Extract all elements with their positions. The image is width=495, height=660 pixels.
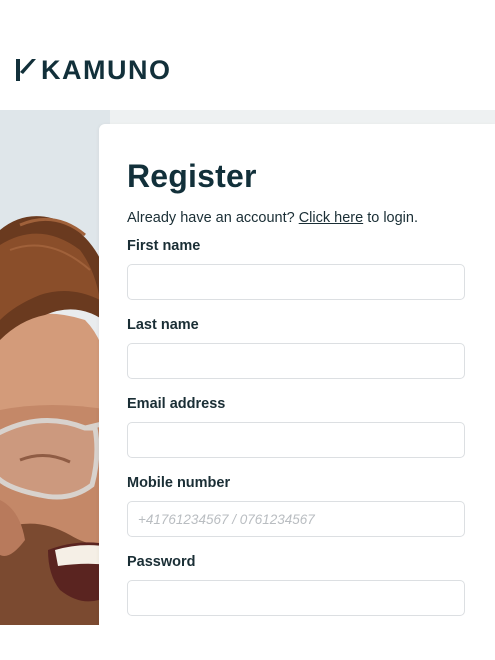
login-prompt: Already have an account? Click here to l…: [127, 210, 418, 226]
last-name-input[interactable]: [127, 343, 465, 379]
password-input[interactable]: [127, 580, 465, 616]
first-name-input[interactable]: [127, 264, 465, 300]
smiling-man-photo: [0, 110, 110, 625]
kamuno-logo-icon: [16, 59, 36, 81]
first-name-label: First name: [127, 238, 201, 254]
mobile-number-input[interactable]: [127, 501, 465, 537]
header: KAMUNO: [0, 0, 495, 110]
login-link[interactable]: Click here: [299, 210, 363, 226]
logo[interactable]: KAMUNO: [14, 55, 172, 85]
register-form-card: Register Already have an account? Click …: [99, 124, 495, 626]
mobile-number-label: Mobile number: [127, 475, 231, 491]
login-prompt-suffix: to login.: [363, 210, 418, 226]
logo-text: KAMUNO: [41, 55, 172, 85]
password-label: Password: [127, 554, 196, 570]
login-prompt-prefix: Already have an account?: [127, 210, 299, 226]
page-bottom: [0, 625, 495, 660]
page-title: Register: [127, 158, 257, 194]
last-name-label: Last name: [127, 317, 199, 333]
registration-page: KAMUNO Register Already have an account?…: [0, 0, 495, 660]
email-input[interactable]: [127, 422, 465, 458]
email-label: Email address: [127, 396, 226, 412]
